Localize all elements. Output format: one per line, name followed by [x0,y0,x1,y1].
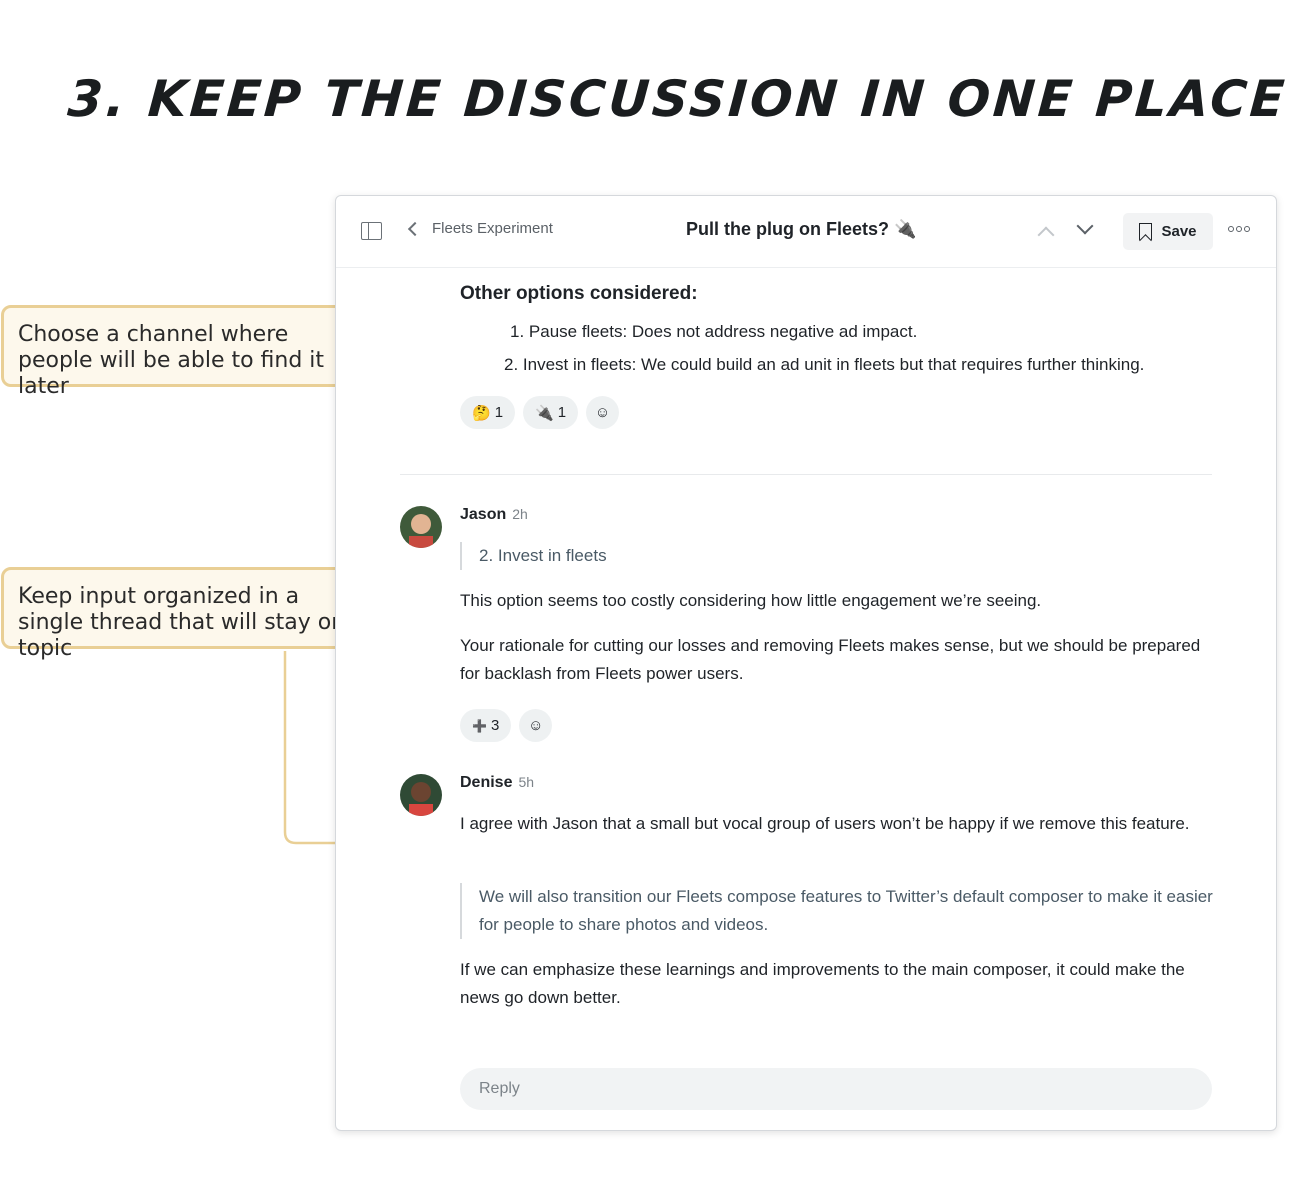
more-dot-icon [1228,226,1234,232]
plug-emoji-icon: 🔌 [535,404,554,422]
next-thread-icon[interactable] [1076,217,1094,235]
divider [400,474,1212,475]
save-button[interactable]: Save [1123,213,1213,250]
option-item: 1. Pause fleets: Does not address negati… [510,322,918,341]
reaction-count: 3 [490,717,500,734]
comment-quote: We will also transition our Fleets compo… [460,883,1220,939]
comment-author: Denise 5h [460,774,534,792]
avatar-denise-image [400,774,442,816]
reaction-count: 1 [494,404,504,421]
reply-input[interactable] [460,1068,1212,1110]
reaction-thinking[interactable]: 🤔 1 [460,396,516,429]
callout-single-thread: Keep input organized in a single thread … [1,567,375,661]
thread-window: Fleets Experiment Pull the plug on Fleet… [335,195,1277,1131]
save-label: Save [1161,223,1197,240]
reaction-plus[interactable]: ➕ 3 [460,709,512,742]
channel-name: Fleets Experiment [432,220,553,237]
reaction-plug[interactable]: 🔌 1 [523,396,579,429]
first-message-reactions: 🤔 1 🔌 1 ☺ [460,396,620,429]
plus-emoji-icon: ➕ [472,718,487,733]
comment-text: This option seems too costly considering… [460,591,1042,610]
comment-quote: 2. Invest in fleets [460,542,607,570]
more-dot-icon [1236,226,1242,232]
reaction-count: 1 [557,404,567,421]
avatar-denise[interactable] [400,774,442,816]
comment-text: Your rationale for cutting our losses an… [460,636,1201,683]
thread-title: Pull the plug on Fleets? 🔌 [686,219,917,239]
comment-text: I agree with Jason that a small but voca… [460,814,1190,833]
add-reaction-button[interactable]: ☺ [519,709,553,742]
page-heading: 3. Keep the discussion in one place [65,70,1290,128]
previous-thread-icon[interactable] [1037,226,1055,244]
callout-find-later: Choose a channel where people will be ab… [1,305,375,399]
author-name[interactable]: Jason [460,506,506,523]
more-options-button[interactable] [1228,226,1250,232]
comment-text: If we can emphasize these learnings and … [460,960,1185,1007]
thinking-emoji-icon: 🤔 [472,404,491,422]
back-to-channel-link[interactable]: Fleets Experiment [406,220,553,237]
option-item: 2. Invest in fleets: We could build an a… [504,355,1145,374]
add-reaction-icon: ☺ [528,717,544,734]
add-reaction-button[interactable]: ☺ [586,396,620,429]
thread-header: Fleets Experiment Pull the plug on Fleet… [336,196,1276,268]
avatar-jason-image [400,506,442,548]
sidebar-toggle-icon[interactable] [361,222,382,240]
bookmark-icon [1139,223,1153,240]
avatar-jason[interactable] [400,506,442,548]
options-heading: Other options considered: [460,283,698,304]
comment-time: 2h [512,506,528,522]
comment-time: 5h [518,774,535,790]
more-dot-icon [1244,226,1250,232]
comment-author: Jason 2h [460,506,528,524]
chevron-left-icon [407,221,423,236]
author-name[interactable]: Denise [460,774,512,791]
jason-reactions: ➕ 3 ☺ [460,709,553,742]
add-reaction-icon: ☺ [594,404,611,421]
